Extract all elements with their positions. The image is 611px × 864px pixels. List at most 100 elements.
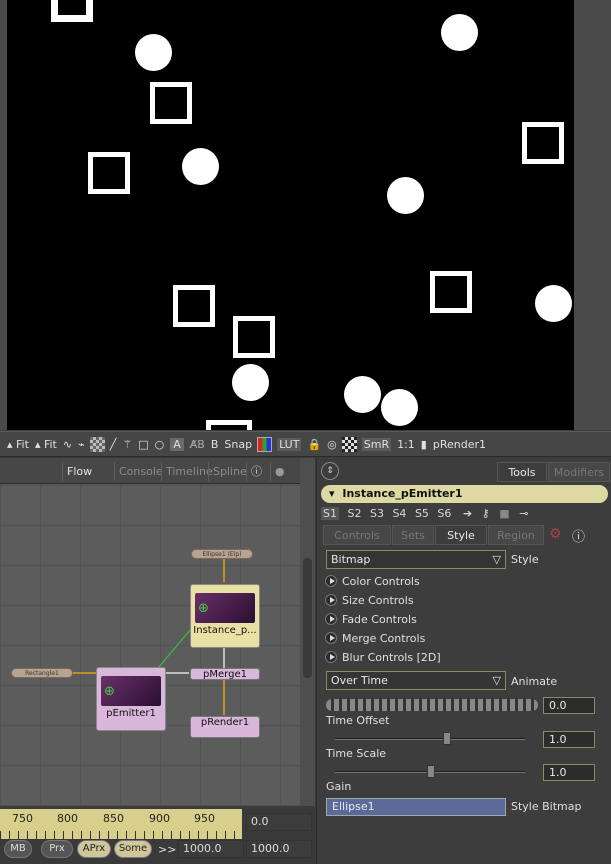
slider-handle[interactable]	[427, 765, 435, 778]
sets-bar: S1 S2 S3 S4 S5 S6 ➔ ⚷ ■ ⊸	[321, 505, 528, 523]
time-scale-field[interactable]: 1.0	[543, 764, 595, 781]
render-select[interactable]: pRender1	[433, 438, 486, 451]
curve-icon[interactable]: ∿	[63, 438, 72, 451]
tab-modifiers[interactable]: Modifiers	[548, 462, 610, 482]
viewer-toolbar: ▴ Fit ▴ Fit ∿ ⌁ ╱ ⚚ □ ○ A A̸B B Snap LUT…	[0, 431, 611, 457]
style-bitmap-label: Style Bitmap	[511, 800, 582, 813]
particle-icon: ⊕	[198, 601, 209, 616]
time-ruler[interactable]: 750 800 850 900 950	[0, 809, 242, 839]
pin-icon[interactable]: ⊸	[519, 507, 528, 520]
group-fade-controls[interactable]: Fade Controls	[325, 612, 417, 628]
flow-graph[interactable]: Ellipse1 (Elp) Rectangle1 ⊕ Instance_p..…	[0, 485, 300, 806]
set-s2[interactable]: S2	[347, 507, 361, 520]
style-dropdown[interactable]: Bitmap ▽	[326, 550, 506, 569]
flow-scrollbar[interactable]	[300, 458, 315, 806]
circle-shape	[441, 14, 478, 51]
animate-dropdown[interactable]: Over Time ▽	[326, 671, 506, 690]
circle-shape	[387, 177, 424, 214]
lut-button[interactable]: LUT	[277, 437, 302, 451]
group-color-controls[interactable]: Color Controls	[325, 574, 420, 590]
expand-icon	[325, 651, 337, 663]
curve-value-field[interactable]: 0.0	[543, 697, 595, 714]
group-merge-controls[interactable]: Merge Controls	[325, 631, 425, 647]
square-shape	[173, 285, 215, 327]
info-icon[interactable]: ⓘ	[246, 462, 266, 481]
snap-button[interactable]: Snap	[224, 438, 252, 451]
smr-button[interactable]: SmR	[361, 437, 392, 451]
tab-style[interactable]: Style	[435, 525, 487, 545]
node-rectangle1[interactable]: Rectangle1	[11, 668, 73, 678]
start-time-field[interactable]: 1000.0	[178, 840, 244, 858]
key-icon[interactable]: ⚷	[482, 507, 490, 520]
mb-button[interactable]: MB	[4, 840, 32, 858]
expand-icon	[325, 613, 337, 625]
set-s5[interactable]: S5	[415, 507, 429, 520]
ellipse-icon[interactable]: ○	[155, 438, 165, 451]
channels-icon[interactable]	[257, 436, 273, 452]
tab-flow[interactable]: Flow	[62, 462, 96, 481]
tab-region[interactable]: Region	[488, 525, 544, 545]
set-s4[interactable]: S4	[392, 507, 406, 520]
gear-icon[interactable]: ⚙	[549, 526, 562, 542]
group-blur-controls[interactable]: Blur Controls [2D]	[325, 650, 441, 666]
fit-button-2[interactable]: ▴ Fit	[35, 438, 57, 451]
expand-icon	[325, 632, 337, 644]
rectangle-icon[interactable]: □	[138, 438, 148, 451]
animate-value: Over Time	[331, 674, 388, 687]
aprx-button[interactable]: APrx	[77, 840, 111, 858]
ab-icon[interactable]: A̸B	[190, 438, 205, 451]
render-canvas[interactable]	[7, 0, 574, 430]
circle-shape	[182, 148, 219, 185]
flow-scroll-thumb[interactable]	[303, 558, 312, 678]
fit-button[interactable]: ▴ Fit	[7, 438, 29, 451]
time-scale-slider[interactable]	[335, 765, 525, 778]
time-offset-slider[interactable]	[335, 732, 525, 745]
curve-slider[interactable]	[326, 699, 538, 711]
some-button[interactable]: Some	[114, 840, 152, 858]
ratio-button[interactable]: 1:1	[397, 438, 415, 451]
lock-icon[interactable]: 🔒	[307, 438, 321, 451]
node-instance-pemitter1[interactable]: ⊕ Instance_p...	[190, 584, 260, 648]
play-arrows[interactable]: >>	[158, 843, 176, 856]
wand-icon[interactable]: ⚚	[122, 438, 132, 451]
slider-handle[interactable]	[443, 732, 451, 745]
roi-icon[interactable]: ◎	[327, 438, 337, 451]
tab-console[interactable]: Console	[114, 462, 167, 481]
node-prender1[interactable]: pRender1	[190, 716, 260, 738]
a-button[interactable]: A	[170, 437, 184, 451]
prx-button[interactable]: Prx	[41, 840, 73, 858]
end-time-field[interactable]: 1000.0	[246, 840, 312, 858]
save-icon[interactable]: ■	[499, 507, 509, 520]
bars-icon[interactable]: ▮	[421, 438, 427, 451]
checker-icon-2[interactable]	[341, 436, 357, 452]
tool-header[interactable]: ▾ Instance_pEmitter1	[321, 485, 608, 503]
arrow-right-icon[interactable]: ➔	[463, 507, 472, 520]
tab-sets[interactable]: Sets	[392, 525, 434, 545]
node-pmerge1[interactable]: pMerge1	[190, 668, 260, 680]
checker-icon[interactable]	[89, 436, 105, 452]
viewer-panel	[0, 0, 611, 430]
collapse-icon[interactable]: ▾	[329, 487, 335, 500]
node-pemitter1[interactable]: ⊕ pEmitter1	[96, 667, 166, 731]
set-s6[interactable]: S6	[437, 507, 451, 520]
node-ellipse1[interactable]: Ellipse1 (Elp)	[191, 549, 253, 559]
tab-controls[interactable]: Controls	[323, 525, 391, 545]
group-size-controls[interactable]: Size Controls	[325, 593, 414, 609]
node-label: pEmitter1	[106, 708, 156, 719]
time-offset-field[interactable]: 1.0	[543, 731, 595, 748]
set-s3[interactable]: S3	[370, 507, 384, 520]
time-scale-label: Time Scale	[326, 747, 387, 760]
current-time-field[interactable]: 0.0	[246, 813, 312, 831]
tab-spline[interactable]: Spline	[208, 462, 251, 481]
comment-icon[interactable]: ●	[270, 462, 289, 481]
tab-tools[interactable]: Tools	[497, 462, 547, 482]
info-icon[interactable]: ⓘ	[572, 526, 585, 545]
style-value: Bitmap	[331, 553, 371, 566]
set-s1[interactable]: S1	[321, 507, 339, 520]
polyline-icon[interactable]: ⌁	[78, 438, 85, 451]
b-button[interactable]: B	[211, 438, 219, 451]
tick-label: 800	[57, 812, 78, 825]
style-bitmap-field[interactable]: Ellipse1	[326, 798, 506, 816]
paint-icon[interactable]: ╱	[110, 438, 117, 451]
panel-toggle-icon[interactable]: ⇕	[321, 462, 339, 480]
